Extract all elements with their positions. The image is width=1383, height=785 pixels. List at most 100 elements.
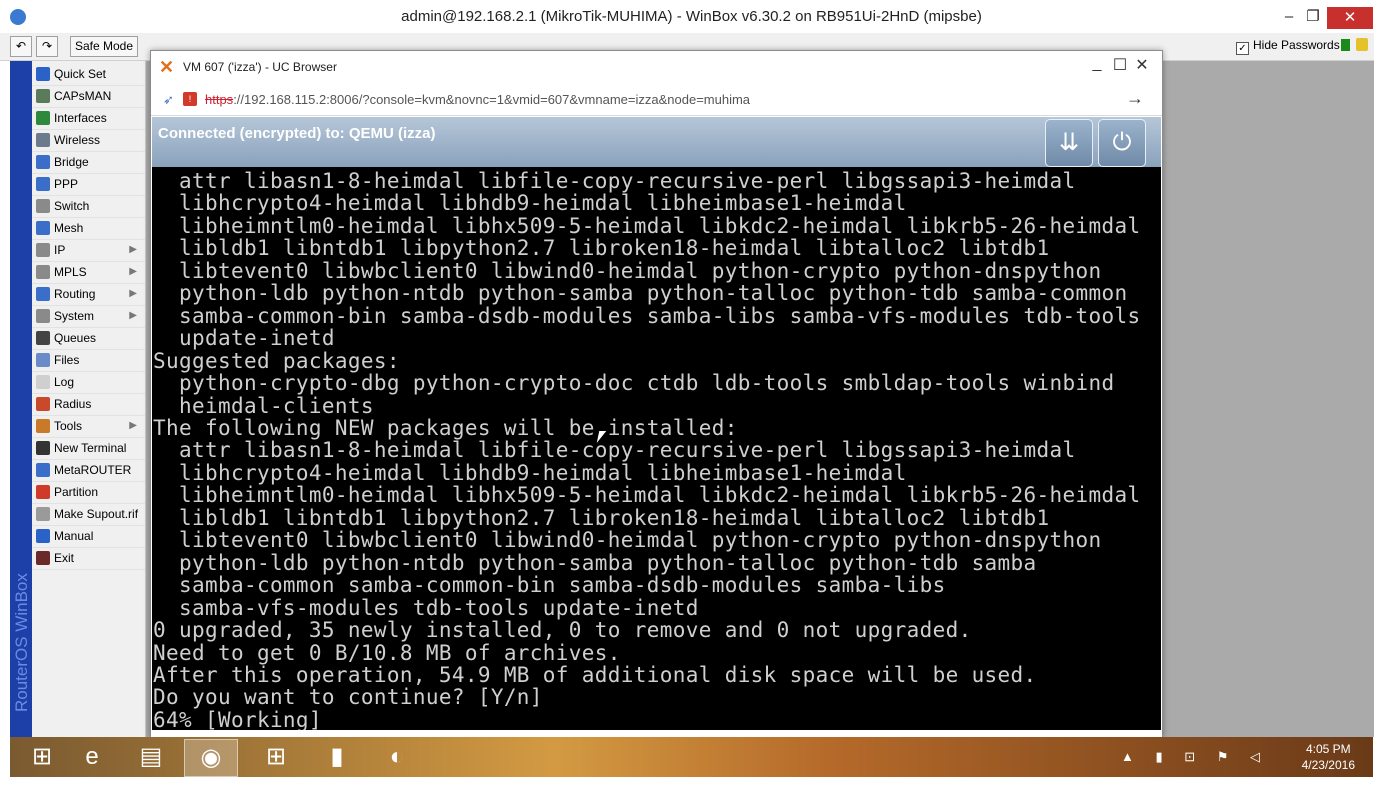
menu-item-quick-set[interactable]: Quick Set <box>32 63 145 86</box>
office-icon[interactable]: ▮ <box>311 739 363 775</box>
menu-item-routing[interactable]: Routing ▶ <box>32 283 145 306</box>
clock-time: 4:05 PM <box>1305 742 1351 756</box>
exit-icon <box>36 551 50 565</box>
menu-item-capsman[interactable]: CAPsMAN <box>32 85 145 108</box>
menu-item-mpls[interactable]: MPLS ▶ <box>32 261 145 284</box>
browser-maximize-button[interactable]: ☐ <box>1109 55 1131 75</box>
console-line: python-ldb python-ntdb python-samba pyth… <box>153 281 1128 306</box>
menu-item-label: Exit <box>54 551 75 565</box>
routeros-side-stripe: RouterOS WinBox <box>10 61 32 737</box>
vnc-connection-status: Connected (encrypted) to: QEMU (izza) <box>158 125 436 142</box>
menu-item-tools[interactable]: Tools ▶ <box>32 415 145 438</box>
window-border <box>1374 33 1383 785</box>
uc-browser-window: ✕ VM 607 ('izza') - UC Browser _ ☐ ✕ ➶ !… <box>150 50 1163 738</box>
menu-item-radius[interactable]: Radius <box>32 393 145 416</box>
mpls-icon <box>36 265 50 279</box>
internet-explorer-icon[interactable]: e <box>66 739 118 775</box>
console-line: libldb1 libntdb1 libpython2.7 libroken18… <box>153 236 1050 261</box>
menu-item-switch[interactable]: Switch <box>32 195 145 218</box>
security-warning-icon[interactable]: ! <box>183 92 197 106</box>
console-line: libheimntlm0-heimdal libhx509-5-heimdal … <box>153 483 1141 508</box>
console-line: heimdal-clients <box>153 393 374 418</box>
menu-item-ppp[interactable]: PPP <box>32 173 145 196</box>
switch-icon <box>36 199 50 213</box>
menu-item-label: New Terminal <box>54 441 127 455</box>
menu-item-ip[interactable]: IP ▶ <box>32 239 145 262</box>
partition-icon <box>36 485 50 499</box>
menu-item-manual[interactable]: Manual <box>32 525 145 548</box>
wireless-icon <box>36 133 50 147</box>
send-keys-button[interactable]: ⇊ <box>1045 119 1093 167</box>
send-keys-icon: ⇊ <box>1058 129 1080 156</box>
console-line: libhcrypto4-heimdal libhdb9-heimdal libh… <box>153 460 907 485</box>
menu-item-label: Files <box>54 353 80 367</box>
power-icon: ⏻ <box>1112 129 1132 156</box>
supout-icon <box>36 507 50 521</box>
menu-item-wireless[interactable]: Wireless <box>32 129 145 152</box>
menu-item-mesh[interactable]: Mesh <box>32 217 145 240</box>
vnc-console-screen[interactable]: attr libasn1-8-heimdal libfile-copy-recu… <box>152 167 1161 730</box>
menu-item-new-terminal[interactable]: New Terminal <box>32 437 145 460</box>
address-bar[interactable]: ➶ ! https://192.168.115.2:8006/?console=… <box>151 85 1162 116</box>
menu-item-interfaces[interactable]: Interfaces <box>32 107 145 130</box>
browser-title-bar: ✕ VM 607 ('izza') - UC Browser _ ☐ ✕ <box>151 51 1162 83</box>
menu-item-label: MetaROUTER <box>54 463 132 477</box>
safe-mode-button[interactable]: Safe Mode <box>70 36 138 57</box>
menu-item-label: Bridge <box>54 155 89 169</box>
console-line: libtevent0 libwbclient0 libwind0-heimdal… <box>153 258 1102 283</box>
bridge-icon <box>36 155 50 169</box>
rocket-icon[interactable]: ➶ <box>163 92 179 107</box>
hide-passwords-check: ✓ <box>1236 42 1249 55</box>
menu-item-log[interactable]: Log <box>32 371 145 394</box>
screen-bottom-border <box>0 777 1383 785</box>
radius-icon <box>36 397 50 411</box>
menu-item-label: Queues <box>54 331 97 345</box>
menu-item-files[interactable]: Files <box>32 349 145 372</box>
url-text[interactable]: https://192.168.115.2:8006/?console=kvm&… <box>205 92 750 107</box>
log-icon <box>36 375 50 389</box>
connection-status-indicator <box>1341 39 1350 51</box>
undo-icon: ↶ <box>15 39 27 53</box>
submenu-arrow-icon: ▶ <box>129 266 137 277</box>
power-button[interactable]: ⏻ <box>1098 119 1146 167</box>
maximize-button[interactable]: ❐ <box>1298 6 1328 28</box>
redo-button[interactable]: ↷ <box>36 36 58 57</box>
menu-item-system[interactable]: System ▶ <box>32 305 145 328</box>
menu-item-label: Wireless <box>54 133 101 147</box>
menu-item-label: Manual <box>54 529 94 543</box>
menu-item-label: CAPsMAN <box>54 89 112 103</box>
file-explorer-icon[interactable]: ▤ <box>125 739 177 775</box>
taskbar-clock[interactable]: 4:05 PM 4/23/2016 <box>1302 741 1355 773</box>
winbox-main-menu: Quick Set CAPsMAN Interfaces Wireless Bridge… <box>32 61 146 737</box>
start-button[interactable]: ⊞ <box>16 739 68 775</box>
hide-passwords-checkbox[interactable]: ✓ Hide Passwords <box>1236 38 1340 55</box>
store-icon[interactable]: ⊞ <box>250 739 302 775</box>
browser-minimize-button[interactable]: _ <box>1086 55 1108 73</box>
metarouter-icon <box>36 463 50 477</box>
winbox-title-bar: admin@192.168.2.1 (MikroTik-MUHIMA) - Wi… <box>0 0 1383 33</box>
console-line: python-ldb python-ntdb python-samba pyth… <box>153 550 1037 575</box>
browser-close-button[interactable]: ✕ <box>1131 55 1153 75</box>
winbox-icon[interactable]: ◐ <box>371 739 423 775</box>
menu-item-label: Make Supout.rif <box>54 507 139 521</box>
console-line: The following NEW packages will be insta… <box>153 415 738 440</box>
undo-button[interactable]: ↶ <box>10 36 32 57</box>
go-arrow-icon[interactable]: → <box>1126 88 1144 109</box>
routing-icon <box>36 287 50 301</box>
uc-browser-icon[interactable]: ◉ <box>184 739 238 777</box>
console-line: After this operation, 54.9 MB of additio… <box>153 662 1037 687</box>
console-line: samba-common-bin samba-dsdb-modules samb… <box>153 303 1141 328</box>
system-tray-icons[interactable]: ▲ ▮ ⊡ ⚑ ◁ <box>1121 749 1269 765</box>
menu-item-label: Interfaces <box>54 111 107 125</box>
menu-item-metarouter[interactable]: MetaROUTER <box>32 459 145 482</box>
menu-item-partition[interactable]: Partition <box>32 481 145 504</box>
close-button[interactable]: ✕ <box>1327 7 1373 29</box>
menu-item-exit[interactable]: Exit <box>32 547 145 570</box>
menu-item-label: Switch <box>54 199 90 213</box>
menu-item-label: IP <box>54 243 66 257</box>
menu-item-make-supout-rif[interactable]: Make Supout.rif <box>32 503 145 526</box>
menu-item-label: Routing <box>54 287 96 301</box>
menu-item-queues[interactable]: Queues <box>32 327 145 350</box>
menu-item-bridge[interactable]: Bridge <box>32 151 145 174</box>
quick-set-icon <box>36 67 50 81</box>
